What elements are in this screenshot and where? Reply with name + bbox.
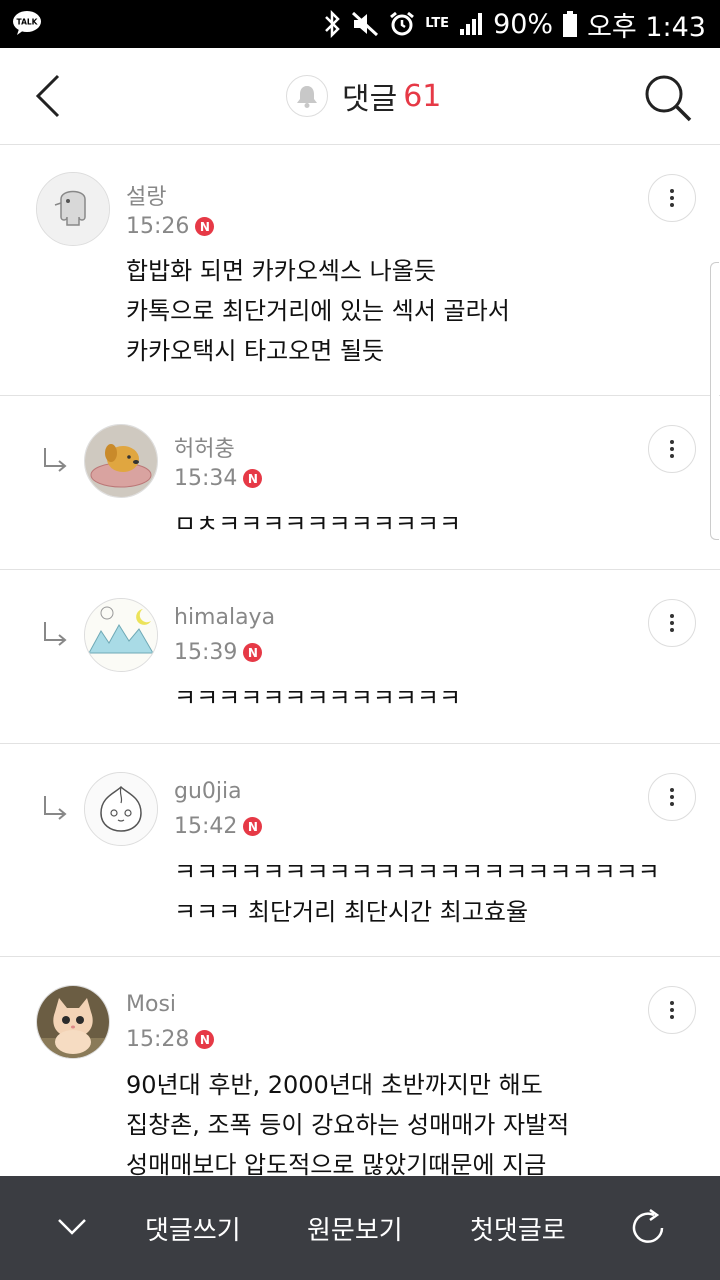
- kakaotalk-icon: TALK: [13, 11, 41, 35]
- more-options-button[interactable]: [648, 425, 696, 473]
- status-icons: LTE 90% 오후 1:43: [323, 0, 706, 48]
- avatar[interactable]: [36, 172, 110, 246]
- reply-comment-item: gu0jia 15:42 N ㅋㅋㅋㅋㅋㅋㅋㅋㅋㅋㅋㅋㅋㅋㅋㅋㅋㅋㅋㅋㅋㅋ ㅋㅋ…: [0, 744, 720, 957]
- avatar[interactable]: [84, 598, 158, 672]
- app-icon-text: TALK: [17, 18, 39, 27]
- comment-author[interactable]: Mosi: [126, 992, 176, 1017]
- first-comment-button[interactable]: 첫댓글로: [470, 1210, 566, 1247]
- comment-line: 성매매보다 압도적으로 많았기때문에 지금: [126, 1151, 547, 1176]
- comment-time: 15:34: [174, 466, 238, 491]
- comment-line: 카카오택시 타고오면 될듯: [126, 337, 385, 365]
- view-original-button[interactable]: 원문보기: [307, 1210, 403, 1247]
- avatar[interactable]: [36, 985, 110, 1059]
- mountain-drawing-icon: [85, 599, 157, 671]
- comment-line: 카톡으로 최단거리에 있는 섹서 골라서: [126, 297, 510, 325]
- comment-line: 집창촌, 조폭 등이 강요하는 성매매가 자발적: [126, 1111, 570, 1139]
- alarm-icon: [390, 11, 415, 36]
- comment-list: 설랑 15:26 N 합밥화 되면 카카오섹스 나올듯 카톡으로 최단거리에 있…: [0, 145, 720, 1176]
- bell-icon: [297, 86, 317, 108]
- scrollbar[interactable]: [710, 262, 719, 540]
- apeach-character-icon: [85, 773, 157, 845]
- new-badge: N: [195, 217, 215, 236]
- comment-time-row: 15:26 N: [126, 214, 215, 239]
- reply-comment-item: himalaya 15:39 N ㅋㅋㅋㅋㅋㅋㅋㅋㅋㅋㅋㅋㅋ: [0, 570, 720, 744]
- bottom-toolbar: 댓글쓰기 원문보기 첫댓글로: [0, 1176, 720, 1280]
- comment-author[interactable]: 허허충: [174, 431, 235, 463]
- kitten-photo-icon: [37, 986, 109, 1058]
- comment-body: 합밥화 되면 카카오섹스 나올듯 카톡으로 최단거리에 있는 섹서 골라서 카카…: [126, 251, 510, 371]
- status-bar: TALK LTE 90% 오후 1:43: [0, 0, 720, 48]
- comment-line: 90년대 후반, 2000년대 초반까지만 해도: [126, 1071, 543, 1099]
- comment-time: 15:42: [174, 814, 238, 839]
- network-type: LTE: [425, 16, 450, 31]
- comment-body: ㅋㅋㅋㅋㅋㅋㅋㅋㅋㅋㅋㅋㅋ: [174, 678, 461, 718]
- battery-icon: [563, 11, 578, 37]
- back-button[interactable]: [28, 70, 72, 122]
- search-button[interactable]: [640, 70, 696, 126]
- new-badge: N: [243, 469, 263, 488]
- comment-body: 90년대 후반, 2000년대 초반까지만 해도 집창촌, 조폭 등이 강요하는…: [126, 1065, 569, 1176]
- battery-percent: 90%: [493, 8, 554, 40]
- comment-author[interactable]: gu0jia: [174, 779, 242, 804]
- comment-time-row: 15:39 N: [174, 640, 263, 665]
- comment-time: 15:26: [126, 214, 190, 239]
- reply-arrow-icon: [44, 622, 67, 646]
- comment-item: Mosi 15:28 N 90년대 후반, 2000년대 초반까지만 해도 집창…: [0, 957, 720, 1176]
- new-badge: N: [195, 1030, 215, 1049]
- comment-time-row: 15:28 N: [126, 1027, 215, 1052]
- write-comment-button[interactable]: 댓글쓰기: [145, 1210, 241, 1247]
- mute-icon: [352, 11, 379, 37]
- more-options-button[interactable]: [648, 986, 696, 1034]
- comment-time-row: 15:34 N: [174, 466, 263, 491]
- more-options-button[interactable]: [648, 599, 696, 647]
- comment-author[interactable]: himalaya: [174, 605, 275, 630]
- title-wrap: 댓글 61: [286, 74, 441, 118]
- dog-character-icon: [85, 425, 157, 497]
- reply-arrow-icon: [44, 448, 67, 472]
- comment-line: ㅁㅊㅋㅋㅋㅋㅋㅋㅋㅋㅋㅋㅋ: [174, 510, 462, 538]
- new-badge: N: [243, 643, 263, 662]
- comment-line: ㅋㅋㅋㅋㅋㅋㅋㅋㅋㅋㅋㅋㅋ: [174, 684, 462, 712]
- notification-bell-button[interactable]: [286, 75, 328, 117]
- more-options-button[interactable]: [648, 174, 696, 222]
- header: 댓글 61: [0, 48, 720, 145]
- comment-author[interactable]: 설랑: [126, 179, 166, 211]
- more-options-button[interactable]: [648, 773, 696, 821]
- comment-time-row: 15:42 N: [174, 814, 263, 839]
- page-title: 댓글: [342, 82, 398, 117]
- avatar[interactable]: [84, 772, 158, 846]
- clock: 오후 1:43: [587, 11, 706, 43]
- chevron-down-button[interactable]: [54, 1208, 90, 1244]
- reply-comment-item: 허허충 15:34 N ㅁㅊㅋㅋㅋㅋㅋㅋㅋㅋㅋㅋㅋ: [0, 396, 720, 570]
- comment-body: ㅋㅋㅋㅋㅋㅋㅋㅋㅋㅋㅋㅋㅋㅋㅋㅋㅋㅋㅋㅋㅋㅋ ㅋㅋㅋ 최단거리 최단시간 최고효…: [174, 852, 660, 932]
- comment-line: ㅋㅋㅋ 최단거리 최단시간 최고효율: [174, 898, 529, 926]
- reply-arrow-icon: [44, 796, 67, 820]
- refresh-button[interactable]: [626, 1206, 670, 1250]
- avatar[interactable]: [84, 424, 158, 498]
- comment-line: ㅋㅋㅋㅋㅋㅋㅋㅋㅋㅋㅋㅋㅋㅋㅋㅋㅋㅋㅋㅋㅋㅋ: [174, 858, 660, 886]
- signal-icon: [460, 13, 483, 35]
- comment-body: ㅁㅊㅋㅋㅋㅋㅋㅋㅋㅋㅋㅋㅋ: [174, 504, 461, 544]
- new-badge: N: [243, 817, 263, 836]
- comment-line: 합밥화 되면 카카오섹스 나올듯: [126, 257, 436, 285]
- comment-count: 61: [403, 78, 442, 114]
- bluetooth-icon: [325, 10, 340, 38]
- comment-time: 15:28: [126, 1027, 190, 1052]
- ghost-character-icon: [37, 173, 109, 245]
- comment-item: 설랑 15:26 N 합밥화 되면 카카오섹스 나올듯 카톡으로 최단거리에 있…: [0, 145, 720, 396]
- comment-time: 15:39: [174, 640, 238, 665]
